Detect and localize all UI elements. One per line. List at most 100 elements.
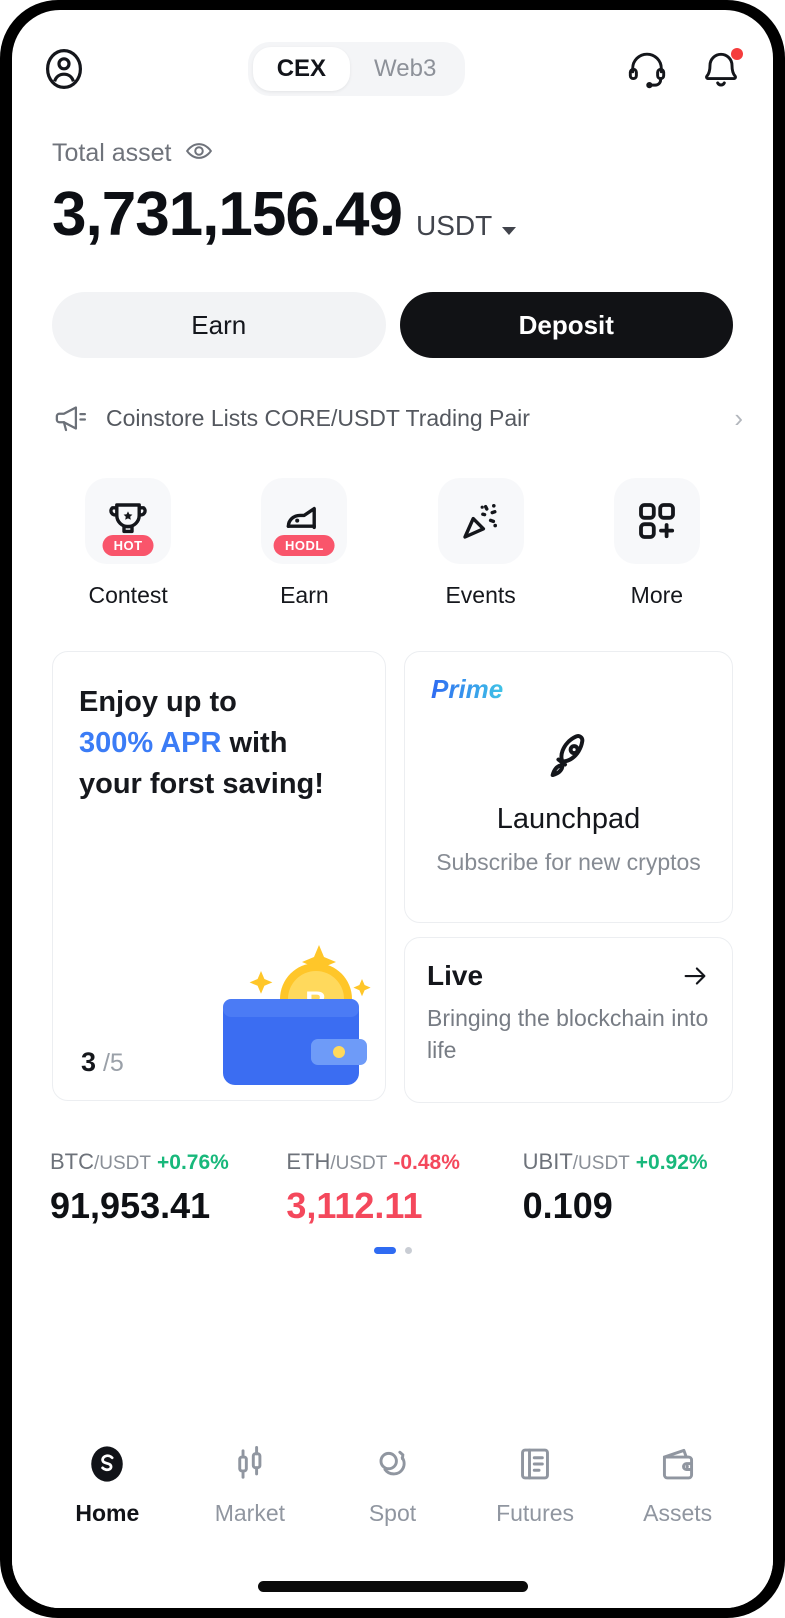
grid-plus-icon [638, 503, 675, 539]
carousel-dot[interactable] [404, 1247, 412, 1254]
quick-menu-label-more: More [630, 582, 684, 608]
ticker-ubit-change: +0.92% [635, 1151, 708, 1174]
tab-cex[interactable]: CEX [252, 47, 351, 91]
wallet-with-bitcoin-icon: B [199, 927, 379, 1092]
cards-section: Enjoy up to 300% APR with your forst sav… [12, 609, 773, 1103]
launchpad-card[interactable]: Prime Launchpad Subscribe for new crypto… [404, 651, 733, 923]
promo-accent: 300% APR [79, 727, 222, 760]
ticker-ubit[interactable]: UBIT/USDT +0.92% 0.109 [523, 1149, 737, 1227]
rocket-icon [550, 734, 584, 778]
quick-menu-label-earn: Earn [280, 582, 329, 608]
quick-menu-item-more[interactable]: More [569, 478, 745, 609]
promo-column: Enjoy up to 300% APR with your forst sav… [52, 651, 386, 1103]
home-indicator [257, 1581, 528, 1592]
chevron-right-icon: › [734, 402, 743, 433]
ticker-btc-symbol: BTC [50, 1149, 94, 1174]
announcement-text: Coinstore Lists CORE/USDT Trading Pair [106, 404, 530, 431]
promo-line3: your forst saving! [79, 768, 324, 801]
headset-icon [628, 52, 666, 89]
more-tile[interactable] [613, 478, 700, 564]
promo-line2-tail: with [221, 727, 288, 760]
profile-avatar-button[interactable] [40, 45, 88, 93]
nav-item-home[interactable]: Home [36, 1442, 179, 1527]
cex-web3-toggle[interactable]: CEX Web3 [247, 42, 466, 96]
ticker-ubit-quote: /USDT [572, 1153, 630, 1174]
ticker-eth[interactable]: ETH/USDT -0.48% 3,112.11 [286, 1149, 500, 1227]
balance-amount: 3,731,156.49 [52, 180, 403, 249]
candlestick-icon [238, 1446, 262, 1479]
events-tile[interactable] [437, 478, 524, 564]
tab-cex-label: CEX [276, 55, 327, 82]
live-subtitle: Bringing the blockchain into life [427, 1005, 709, 1064]
nav-item-futures[interactable]: Futures [464, 1442, 607, 1527]
ticker-btc-change: +0.76% [157, 1151, 229, 1174]
wallet-icon [662, 1448, 693, 1480]
ticker-btc[interactable]: BTC/USDT +0.76% 91,953.41 [50, 1149, 264, 1227]
phone-screen: CEX Web3 Total asset 3,731,156.49 USDT E… [12, 10, 773, 1608]
ticker-btc-price: 91,953.41 [50, 1185, 211, 1226]
promo-card[interactable]: Enjoy up to 300% APR with your forst sav… [52, 651, 386, 1101]
contest-tile[interactable]: HOT [85, 478, 172, 564]
logo-s-icon [91, 1446, 124, 1482]
ticker-btc-quote: /USDT [94, 1153, 151, 1174]
quick-menu-item-events[interactable]: Events [393, 478, 569, 609]
currency-label: USDT [416, 210, 492, 241]
promo-line1: Enjoy up to [79, 686, 237, 718]
nav-item-spot[interactable]: Spot [321, 1442, 464, 1527]
notifications-button[interactable] [699, 47, 743, 91]
ticker-eth-head: ETH/USDT -0.48% [286, 1149, 500, 1175]
nav-item-assets[interactable]: Assets [606, 1442, 749, 1527]
quick-menu-label-contest: Contest [88, 582, 168, 608]
contest-badge: HOT [102, 535, 154, 556]
launchpad-subtitle: Subscribe for new cryptos [436, 849, 701, 875]
nav-item-market[interactable]: Market [179, 1442, 322, 1527]
ticker-eth-change: -0.48% [393, 1151, 460, 1174]
nav-label-home: Home [75, 1500, 140, 1526]
promo-pager: 3 /5 [81, 1047, 124, 1078]
promo-title: Enjoy up to 300% APR with your forst sav… [79, 682, 359, 806]
party-popper-icon [462, 504, 497, 539]
earn-tile[interactable]: HODL [261, 478, 348, 564]
user-circle-icon [46, 49, 82, 89]
quick-menu-item-contest[interactable]: HOT Contest [40, 478, 216, 609]
phone-frame: CEX Web3 Total asset 3,731,156.49 USDT E… [0, 0, 785, 1618]
quick-menu: HOT Contest HODL Earn Events More [12, 436, 773, 609]
tab-web3[interactable]: Web3 [350, 47, 460, 91]
balance-section: Total asset 3,731,156.49 USDT [12, 96, 773, 250]
total-asset-label: Total asset [52, 139, 172, 167]
top-bar-icons [625, 47, 743, 91]
ticker-eth-quote: /USDT [330, 1153, 388, 1174]
toggle-balance-visibility-button[interactable] [184, 136, 214, 171]
ticker-row: BTC/USDT +0.76% 91,953.41 ETH/USDT -0.48% … [12, 1103, 773, 1227]
ticker-eth-price: 3,112.11 [286, 1185, 423, 1226]
nav-label-market: Market [214, 1500, 286, 1526]
top-bar: CEX Web3 [12, 10, 773, 96]
prime-tag: Prime [431, 674, 504, 704]
total-asset-row: Total asset [52, 136, 733, 171]
carousel-indicator[interactable] [12, 1247, 773, 1254]
live-card[interactable]: Live Bringing the blockchain into life [404, 937, 733, 1103]
document-chart-icon [521, 1448, 550, 1480]
nav-label-futures: Futures [496, 1500, 575, 1526]
live-header: Live [427, 960, 710, 992]
announcement-bar[interactable]: Coinstore Lists CORE/USDT Trading Pair › [12, 358, 773, 436]
nav-label-spot: Spot [368, 1500, 417, 1526]
megaphone-icon [55, 406, 87, 432]
earn-button[interactable]: Earn [52, 292, 386, 358]
spot-circles-icon [380, 1450, 406, 1476]
notification-badge-dot [731, 48, 743, 60]
wallet-bitcoin-illustration: B [223, 945, 371, 1085]
quick-menu-item-earn[interactable]: HODL Earn [216, 478, 392, 609]
arrow-right-icon[interactable] [680, 961, 710, 991]
support-button[interactable] [625, 47, 669, 91]
eye-icon [185, 143, 212, 159]
deposit-button[interactable]: Deposit [399, 292, 733, 358]
carousel-dot-active[interactable] [373, 1247, 396, 1254]
tab-web3-label: Web3 [374, 55, 437, 82]
launchpad-icon-wrap [425, 730, 712, 791]
currency-selector[interactable]: USDT [416, 210, 516, 242]
ticker-btc-head: BTC/USDT +0.76% [50, 1149, 264, 1175]
promo-pager-current: 3 [81, 1047, 97, 1077]
primary-actions: Earn Deposit [12, 250, 773, 358]
promo-pager-total: /5 [102, 1049, 124, 1077]
